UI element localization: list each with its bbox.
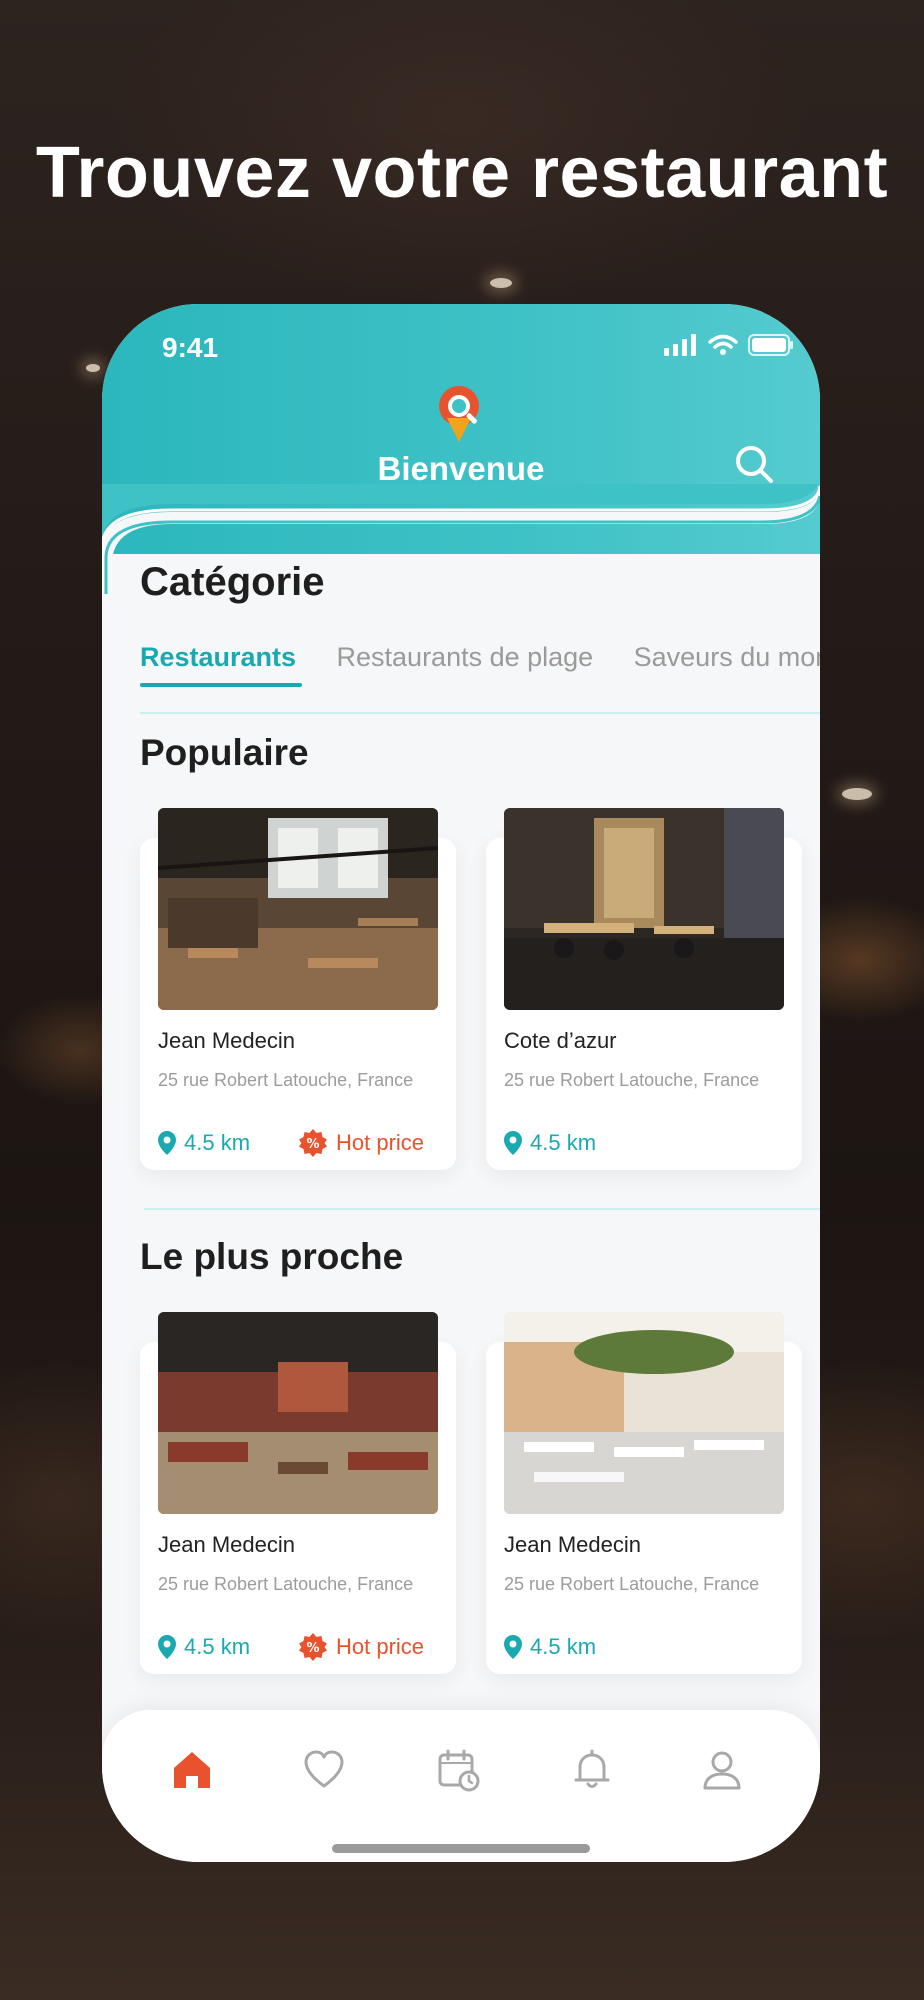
distance-text: 4.5 km <box>530 1634 597 1659</box>
search-icon[interactable] <box>732 442 776 486</box>
phone-screen: 9:41 Bienvenue Catégorie Restaurants Res… <box>102 304 820 1862</box>
tab-saveurs-du-monde[interactable]: Saveurs du mon <box>634 642 820 687</box>
restaurant-address: 25 rue Robert Latouche, France <box>158 1574 414 1594</box>
category-title: Catégorie <box>140 560 325 604</box>
restaurant-photo <box>504 1312 784 1514</box>
home-indicator <box>332 1844 590 1853</box>
restaurant-card[interactable]: Jean Medecin 25 rue Robert Latouche, Fra… <box>140 1312 456 1674</box>
restaurant-address: 25 rue Robert Latouche, France <box>504 1070 760 1090</box>
restaurant-photo <box>504 808 784 1010</box>
app-logo <box>439 386 479 442</box>
discount-icon: % <box>299 1129 327 1157</box>
header-title: Bienvenue <box>377 450 545 487</box>
divider <box>140 712 820 714</box>
profile-icon[interactable] <box>700 1748 744 1792</box>
status-icons <box>664 334 794 356</box>
calendar-icon[interactable] <box>436 1748 480 1792</box>
battery-icon <box>748 334 793 356</box>
distance-text: 4.5 km <box>530 1130 597 1155</box>
restaurant-photo <box>158 808 438 1010</box>
tab-restaurants-de-plage[interactable]: Restaurants de plage <box>337 642 594 687</box>
restaurant-name: Jean Medecin <box>504 1532 641 1557</box>
ceiling-light <box>842 788 872 800</box>
wifi-icon <box>708 334 738 355</box>
divider <box>144 1208 820 1210</box>
location-pin-icon <box>158 1131 176 1155</box>
restaurant-name: Jean Medecin <box>158 1028 295 1053</box>
distance: 4.5 km <box>504 1130 596 1156</box>
headline: Trouvez votre restaurant <box>35 133 889 213</box>
distance-text: 4.5 km <box>184 1634 251 1659</box>
hot-price-text: Hot price <box>336 1634 425 1659</box>
svg-text:%: % <box>306 1641 319 1656</box>
svg-text:%: % <box>306 1137 319 1152</box>
location-pin-icon <box>158 1635 176 1659</box>
hot-price-text: Hot price <box>336 1130 425 1155</box>
ceiling-light <box>490 278 512 288</box>
restaurant-card[interactable]: Jean Medecin 25 rue Robert Latouche, Fra… <box>486 1312 802 1674</box>
restaurant-address: 25 rue Robert Latouche, France <box>158 1070 414 1090</box>
section-title-popular: Populaire <box>140 732 309 773</box>
hot-price-badge: % Hot price <box>298 1128 424 1158</box>
section-title-nearest: Le plus proche <box>140 1236 404 1277</box>
bell-icon[interactable] <box>570 1748 614 1792</box>
distance-text: 4.5 km <box>184 1130 251 1155</box>
status-time: 9:41 <box>162 332 219 363</box>
hot-price-badge: % Hot price <box>298 1632 424 1662</box>
bottom-nav <box>102 1710 820 1862</box>
distance: 4.5 km <box>504 1634 596 1660</box>
distance: 4.5 km <box>158 1634 250 1660</box>
ceiling-light <box>86 364 100 372</box>
heart-icon[interactable] <box>302 1748 346 1792</box>
home-icon[interactable] <box>170 1748 214 1792</box>
location-pin-icon <box>504 1635 522 1659</box>
signal-icon <box>664 334 696 356</box>
restaurant-name: Jean Medecin <box>158 1532 295 1557</box>
restaurant-name: Cote d’azur <box>504 1028 617 1053</box>
category-tabs: Restaurants Restaurants de plage Saveurs… <box>140 642 820 690</box>
restaurant-address: 25 rue Robert Latouche, France <box>504 1574 760 1594</box>
restaurant-card[interactable]: Jean Medecin 25 rue Robert Latouche, Fra… <box>140 808 456 1170</box>
location-pin-icon <box>504 1131 522 1155</box>
distance: 4.5 km <box>158 1130 250 1156</box>
restaurant-card[interactable]: Cote d’azur 25 rue Robert Latouche, Fran… <box>486 808 802 1170</box>
tab-restaurants[interactable]: Restaurants <box>140 642 303 687</box>
discount-icon: % <box>299 1633 327 1661</box>
restaurant-photo <box>158 1312 438 1514</box>
